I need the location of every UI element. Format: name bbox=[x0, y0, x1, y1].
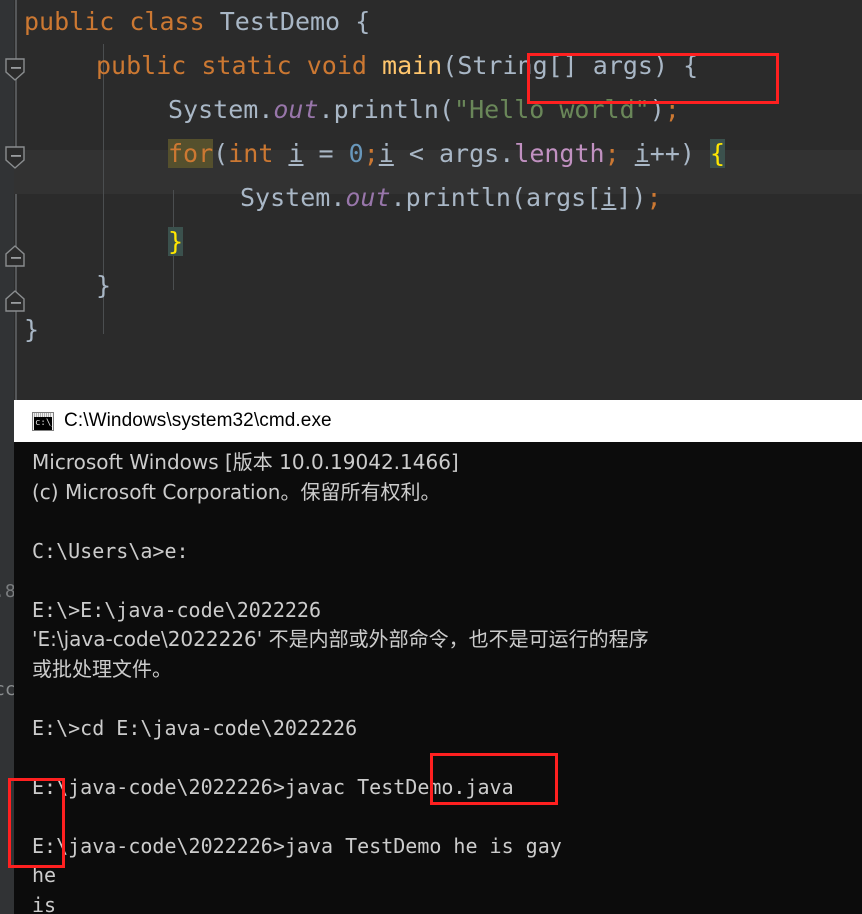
terminal-line: Microsoft Windows [版本 10.0.19042.1466] bbox=[32, 450, 459, 474]
code-line: System.out.println(args[i]); bbox=[240, 183, 662, 212]
editor-gutter[interactable] bbox=[0, 0, 14, 914]
code-line: public static void main(String[] args) { bbox=[96, 51, 699, 80]
code-line: for(int i = 0;i < args.length; i++) { bbox=[168, 139, 726, 168]
code-line: System.out.println("Hello world"); bbox=[168, 95, 680, 124]
terminal-line: C:\Users\a>e: bbox=[32, 538, 189, 563]
cmd-icon bbox=[32, 411, 54, 431]
code-line: public class TestDemo { bbox=[24, 7, 371, 36]
terminal-title-bar[interactable]: C:\Windows\system32\cmd.exe bbox=[14, 400, 862, 442]
terminal-line: 'E:\java-code\2022226' 不是内部或外部命令，也不是可运行的… bbox=[32, 627, 649, 651]
terminal-line: he bbox=[32, 863, 57, 887]
fold-marker-end-for[interactable] bbox=[5, 245, 27, 269]
terminal-line: E:\java-code\2022226>javac TestDemo.java bbox=[32, 774, 514, 799]
code-line: } bbox=[24, 315, 40, 344]
screen: public class TestDemo { public static voi… bbox=[0, 0, 862, 914]
fold-marker-class[interactable] bbox=[5, 58, 27, 82]
terminal-line: is bbox=[32, 892, 57, 914]
terminal-line: E:\>E:\java-code\2022226 bbox=[32, 597, 321, 622]
terminal-title-text: C:\Windows\system32\cmd.exe bbox=[64, 410, 332, 431]
terminal-line: (c) Microsoft Corporation。保留所有权利。 bbox=[32, 479, 441, 504]
terminal-output[interactable]: Microsoft Windows [版本 10.0.19042.1466] (c… bbox=[14, 442, 862, 914]
code-line: } bbox=[168, 227, 184, 256]
terminal-line: 或批处理文件。 bbox=[32, 656, 172, 681]
cmd-terminal-window[interactable]: C:\Windows\system32\cmd.exe Microsoft Wi… bbox=[14, 400, 862, 914]
fold-marker-for[interactable] bbox=[5, 146, 27, 170]
terminal-line: E:\>cd E:\java-code\2022226 bbox=[32, 715, 358, 740]
terminal-line: E:\java-code\2022226>java TestDemo he is… bbox=[32, 833, 562, 858]
code-line: } bbox=[96, 271, 112, 300]
